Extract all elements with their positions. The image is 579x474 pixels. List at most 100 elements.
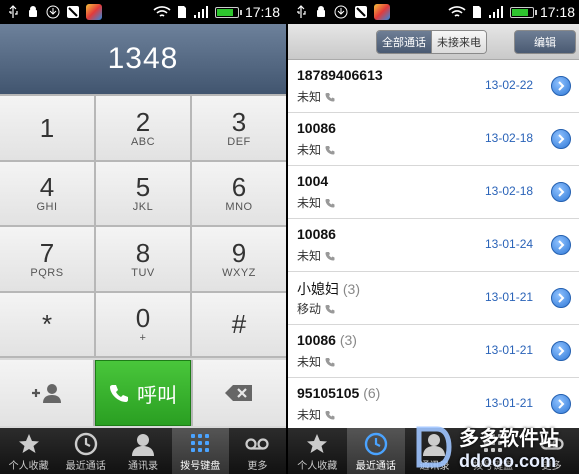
- call-date: 13-02-18: [485, 184, 534, 198]
- call-date: 13-01-21: [485, 290, 534, 304]
- caller-label: 未知: [297, 355, 322, 369]
- call-date: 13-02-18: [485, 131, 534, 145]
- details-chevron-icon[interactable]: [551, 129, 571, 149]
- download-icon: [46, 5, 60, 19]
- sim-icon: [472, 6, 481, 18]
- key-6[interactable]: 6 MNO: [192, 161, 286, 225]
- list-item[interactable]: 1004 未知 13-02-18: [288, 166, 579, 219]
- star-icon: [307, 434, 328, 453]
- details-chevron-icon[interactable]: [551, 341, 571, 361]
- key-3[interactable]: 3 DEF: [192, 96, 286, 160]
- filter-all-calls[interactable]: 全部通话: [377, 31, 431, 53]
- usb-icon: [297, 5, 306, 18]
- call-count: (3): [339, 332, 357, 348]
- call-date: 13-02-22: [485, 78, 534, 92]
- list-item[interactable]: 小媳妇 (3) 移动 13-01-21: [288, 272, 579, 325]
- bottom-tab-bar: 个人收藏 最近通话 通讯录 拨号键盘 更多: [0, 428, 286, 474]
- caller-name: 10086: [297, 332, 336, 348]
- call-date: 13-01-21: [485, 343, 534, 357]
- list-item[interactable]: 95105105 (6) 未知 13-01-21: [288, 378, 579, 428]
- usb-icon: [9, 5, 18, 18]
- details-chevron-icon[interactable]: [551, 76, 571, 96]
- tab-favorites[interactable]: 个人收藏: [288, 428, 347, 474]
- add-contact-button[interactable]: [0, 360, 94, 426]
- sim-icon: [177, 6, 186, 18]
- call-label: 呼叫: [136, 382, 177, 407]
- signal-icon: [193, 6, 208, 18]
- battery-icon: [214, 6, 242, 18]
- signal-icon: [488, 6, 503, 18]
- clock-icon: [74, 432, 97, 456]
- keypad-icon: [191, 434, 210, 452]
- list-item[interactable]: 10086 (3) 未知 13-01-21: [288, 325, 579, 378]
- details-chevron-icon[interactable]: [551, 235, 571, 255]
- caller-name: 小媳妇: [297, 281, 339, 297]
- wifi-icon: [153, 6, 171, 17]
- caller-label: 未知: [297, 90, 322, 104]
- backspace-button[interactable]: [192, 360, 286, 426]
- bottom-tab-bar: 个人收藏 最近通话 通讯录 拨号键盘 更多: [288, 428, 579, 474]
- key-hash[interactable]: #: [192, 292, 286, 356]
- battery-icon: [509, 6, 537, 18]
- screenshot-root: 17:18 1348 1 2 ABC 3 DEF 4 GHI 5 JKL 6 MNO 7P…: [0, 0, 579, 474]
- key-5[interactable]: 5 JKL: [96, 161, 190, 225]
- details-chevron-icon[interactable]: [551, 182, 571, 202]
- key-1[interactable]: 1: [0, 96, 94, 160]
- missed-call-icon: [355, 6, 367, 18]
- key-4[interactable]: 4 GHI: [0, 161, 94, 225]
- phone-icon: [109, 385, 128, 402]
- tab-keypad[interactable]: 拨号键盘: [464, 428, 523, 474]
- key-7[interactable]: 7 PQRS: [0, 227, 94, 291]
- call-type-icon: [325, 145, 335, 154]
- star-icon: [18, 434, 39, 453]
- add-contact-icon: [31, 384, 61, 403]
- tab-contacts[interactable]: 通讯录: [405, 428, 464, 474]
- tab-more[interactable]: 更多: [522, 428, 579, 474]
- app-notification-icon: [86, 4, 102, 20]
- list-item[interactable]: 10086 未知 13-01-24: [288, 219, 579, 272]
- edit-button[interactable]: 编辑: [514, 30, 576, 54]
- key-9[interactable]: 9 WXYZ: [192, 227, 286, 291]
- key-0[interactable]: 0 +: [96, 292, 190, 356]
- caller-label: 未知: [297, 408, 322, 422]
- tab-recents[interactable]: 最近通话: [346, 428, 406, 474]
- clock-icon: [364, 432, 388, 456]
- list-item[interactable]: 10086 未知 13-02-18: [288, 113, 579, 166]
- tab-keypad[interactable]: 拨号键盘: [171, 428, 229, 474]
- wifi-icon: [448, 6, 466, 17]
- caller-name: 95105105: [297, 385, 360, 401]
- tab-favorites[interactable]: 个人收藏: [0, 428, 57, 474]
- caller-label: 未知: [297, 249, 322, 263]
- list-item[interactable]: 18789406613 未知 13-02-22: [288, 60, 579, 113]
- call-type-icon: [325, 198, 335, 207]
- tab-recents[interactable]: 最近通话: [57, 428, 114, 474]
- keypad-icon: [484, 434, 503, 452]
- dialer-actions: 呼叫: [0, 360, 286, 426]
- download-icon: [334, 5, 348, 19]
- key-2[interactable]: 2 ABC: [96, 96, 190, 160]
- missed-call-icon: [67, 6, 79, 18]
- tab-more[interactable]: 更多: [229, 428, 286, 474]
- android-debug-icon: [29, 6, 37, 17]
- details-chevron-icon[interactable]: [551, 394, 571, 414]
- recents-toolbar: 全部通话 未接来电 编辑: [288, 24, 579, 60]
- key-8[interactable]: 8 TUV: [96, 227, 190, 291]
- contact-icon: [423, 434, 446, 456]
- call-type-icon: [325, 304, 335, 313]
- key-star[interactable]: *: [0, 292, 94, 356]
- contact-icon: [132, 434, 154, 456]
- call-type-icon: [325, 251, 335, 260]
- voicemail-icon: [540, 438, 564, 450]
- call-button[interactable]: 呼叫: [95, 360, 191, 426]
- call-type-icon: [325, 410, 335, 419]
- status-bar: 17:18: [288, 0, 579, 24]
- number-display: 1348: [0, 24, 286, 94]
- caller-label: 未知: [297, 196, 322, 210]
- filter-missed-calls[interactable]: 未接来电: [431, 31, 486, 53]
- call-count: (6): [363, 385, 381, 401]
- details-chevron-icon[interactable]: [551, 288, 571, 308]
- backspace-icon: [225, 385, 253, 401]
- tab-contacts[interactable]: 通讯录: [114, 428, 171, 474]
- call-filter-segment: 全部通话 未接来电: [376, 30, 487, 54]
- call-count: (3): [342, 281, 361, 297]
